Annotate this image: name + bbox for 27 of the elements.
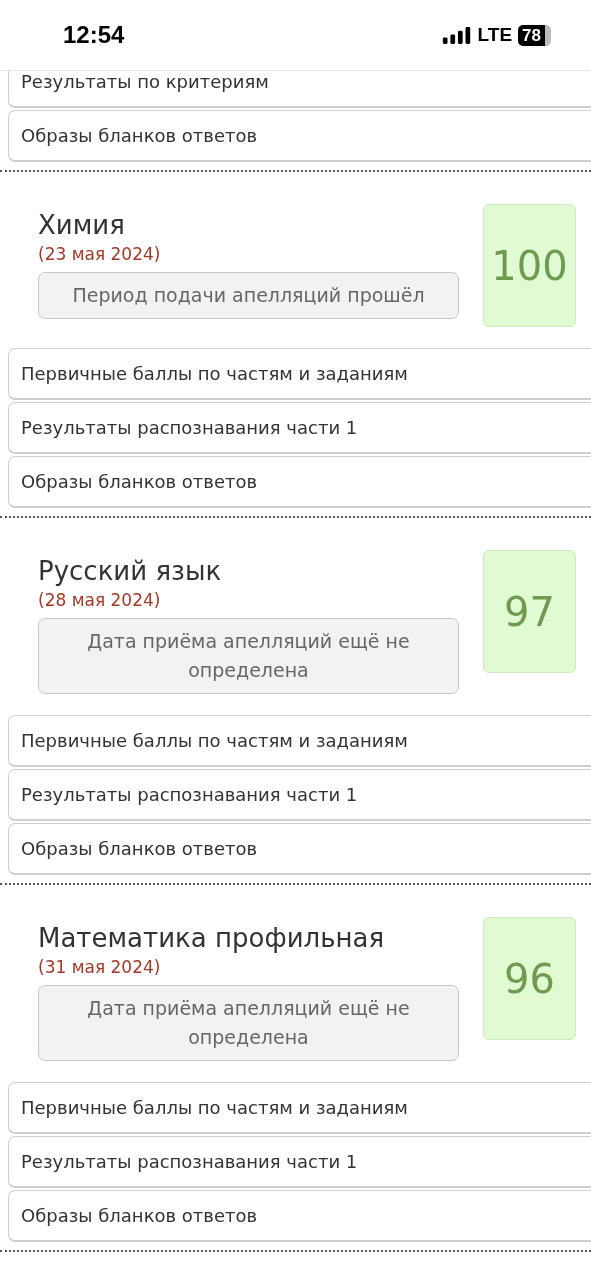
- result-link[interactable]: Результаты распознавания части 1: [8, 769, 591, 821]
- exam-date: (28 мая 2024): [38, 589, 162, 612]
- result-link[interactable]: Образы бланков ответов: [8, 1190, 591, 1242]
- result-link[interactable]: Результаты распознавания части 1: [8, 1136, 591, 1188]
- battery-icon: 78: [518, 24, 551, 46]
- result-link[interactable]: Первичные баллы по частям и заданиям: [8, 715, 591, 767]
- appeal-status: Дата приёма апелляций ещё не определена: [38, 618, 459, 694]
- exam-date: (31 мая 2024): [38, 956, 162, 979]
- exam-title: Химия: [38, 209, 126, 242]
- appeal-status: Период подачи апелляций прошёл: [38, 272, 459, 319]
- result-link[interactable]: Результаты распознавания части 1: [8, 402, 591, 454]
- score-box: 97: [483, 550, 576, 673]
- score-box: 100: [483, 204, 576, 327]
- result-link[interactable]: Первичные баллы по частям и заданиям: [8, 1082, 591, 1134]
- network-label: LTE: [477, 24, 513, 46]
- result-link[interactable]: Образы бланков ответов: [8, 823, 591, 875]
- score-box: 96: [483, 917, 576, 1040]
- exam-title: Русский язык: [38, 555, 223, 588]
- result-link[interactable]: Результаты по критериям: [8, 71, 591, 108]
- result-link[interactable]: Образы бланков ответов: [8, 110, 591, 162]
- appeal-status: Дата приёма апелляций ещё не определена: [38, 985, 459, 1061]
- signal-icon: [441, 26, 472, 44]
- exam-title: Математика профильная: [38, 922, 386, 955]
- status-time: 12:54: [63, 21, 125, 49]
- exam-date: (23 мая 2024): [38, 243, 162, 266]
- result-link[interactable]: Образы бланков ответов: [8, 456, 591, 508]
- result-link[interactable]: Первичные баллы по частям и заданиям: [8, 348, 591, 400]
